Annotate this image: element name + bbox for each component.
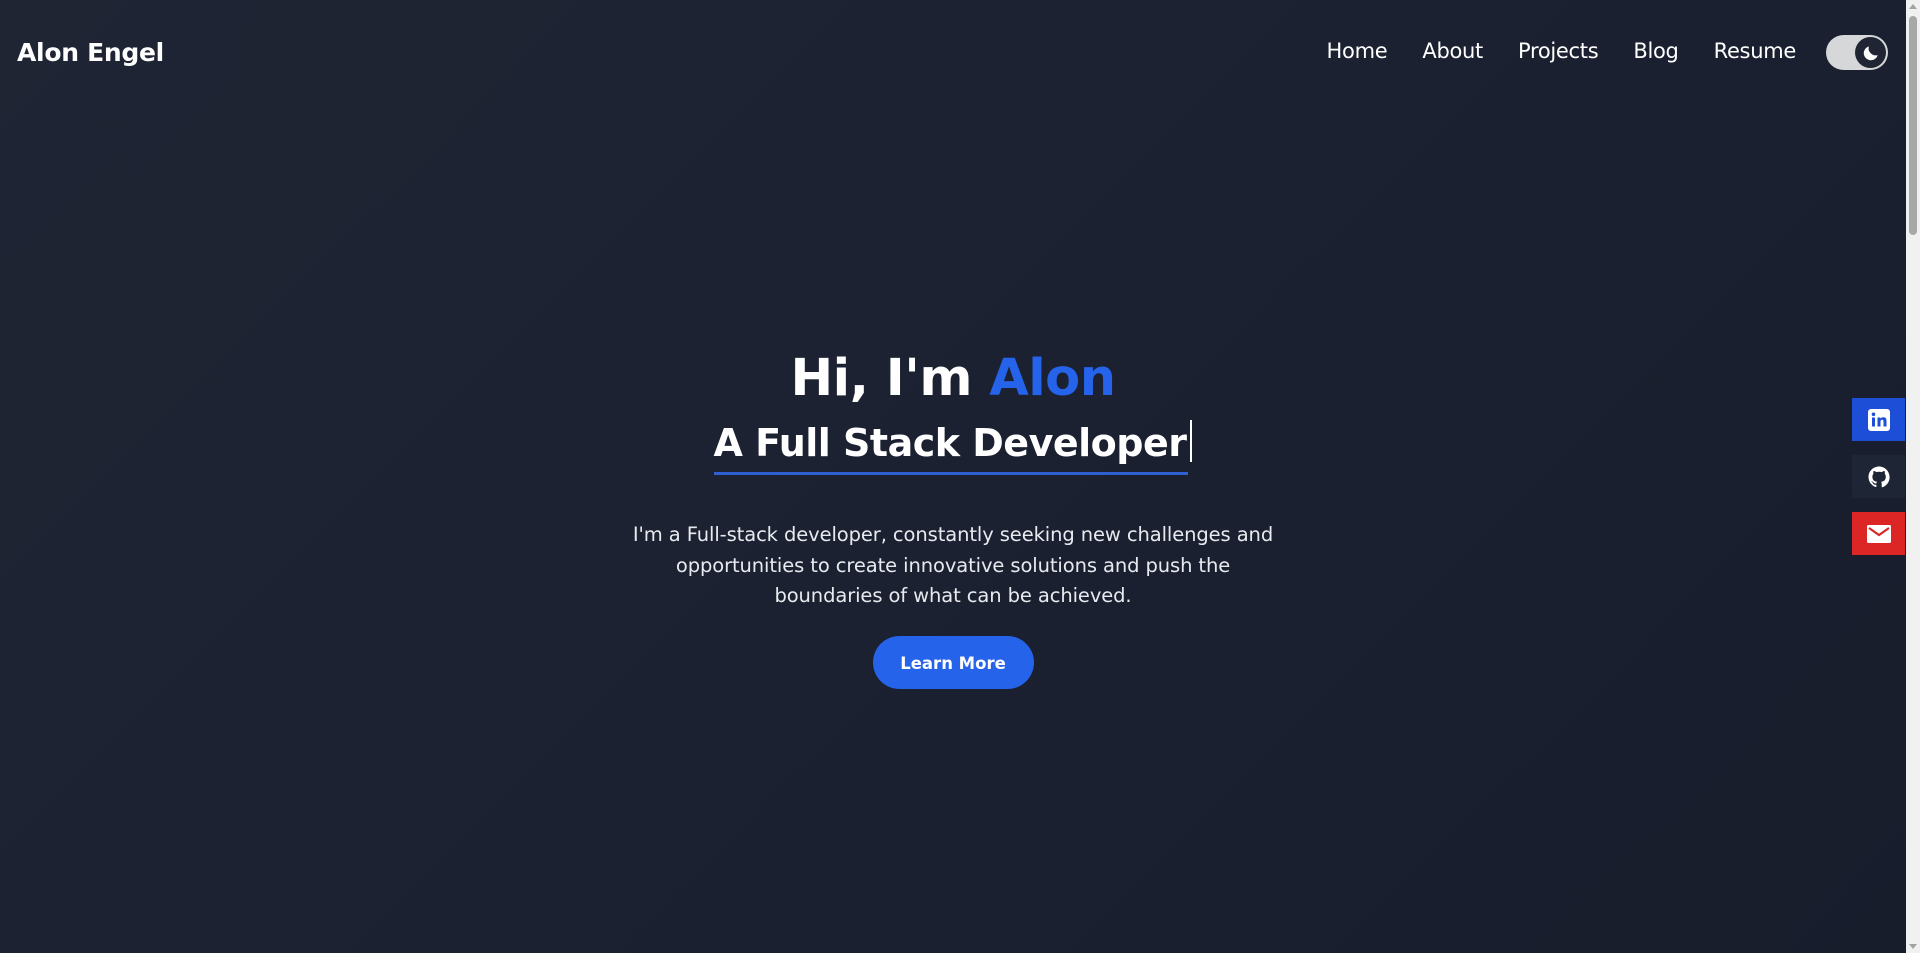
page-scrollbar[interactable] (1906, 0, 1920, 953)
moon-icon (1863, 45, 1878, 60)
scrollbar-thumb[interactable] (1909, 16, 1917, 235)
typing-caret (1190, 420, 1193, 462)
nav-about[interactable]: About (1422, 39, 1483, 63)
hero-subtitle-wrap: A Full Stack Developer (0, 414, 1906, 475)
mail-icon (1866, 524, 1891, 543)
hero-name: Alon (989, 349, 1116, 408)
main-nav: Home About Projects Blog Resume (1327, 39, 1797, 63)
brand-logo[interactable]: Alon Engel (17, 38, 164, 67)
linkedin-link[interactable] (1852, 398, 1905, 441)
site-header: Alon Engel Home About Projects Blog Resu… (0, 0, 1906, 106)
hero-description: I'm a Full-stack developer, constantly s… (632, 523, 1274, 607)
scroll-up-arrow-icon[interactable] (1909, 4, 1917, 9)
nav-resume[interactable]: Resume (1714, 39, 1797, 63)
github-icon (1868, 466, 1890, 487)
theme-toggle[interactable] (1826, 35, 1888, 70)
nav-home[interactable]: Home (1327, 39, 1388, 63)
hero-section: Hi, I'm Alon A Full Stack Developer I'm … (0, 340, 1906, 689)
theme-toggle-knob (1855, 37, 1886, 68)
learn-more-button[interactable]: Learn More (872, 635, 1034, 689)
hero-greeting: Hi, I'm (790, 349, 990, 408)
linkedin-icon (1867, 408, 1890, 431)
hero-subtitle: A Full Stack Developer (713, 414, 1189, 475)
nav-blog[interactable]: Blog (1633, 39, 1679, 63)
scroll-down-arrow-icon[interactable] (1909, 944, 1917, 949)
email-link[interactable] (1852, 512, 1905, 555)
social-sidebar (1852, 398, 1905, 569)
nav-projects[interactable]: Projects (1518, 39, 1599, 63)
hero-title: Hi, I'm Alon (0, 340, 1906, 418)
github-link[interactable] (1852, 455, 1905, 498)
